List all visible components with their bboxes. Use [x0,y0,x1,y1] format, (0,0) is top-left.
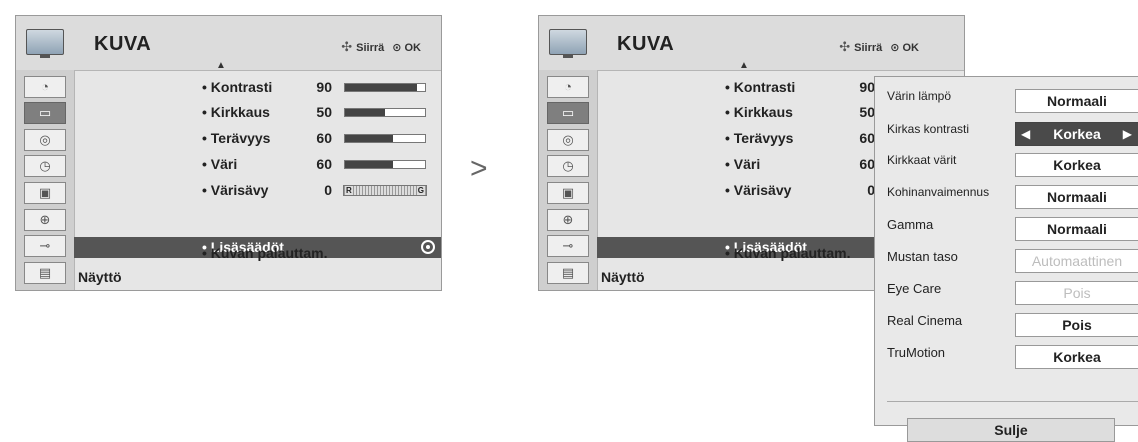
color-bar[interactable] [344,160,426,169]
ok-icon: ⊙ [392,42,402,54]
menu-item-brightness[interactable]: • Kirkkaus [202,104,270,120]
brightness-bar[interactable] [344,108,426,117]
real-cinema-value[interactable]: Pois [1015,313,1138,337]
usb-icon[interactable]: ▤ [24,262,66,284]
menu-item-picture-reset[interactable]: • Kuvan palauttam. [202,245,327,261]
option-icon[interactable]: ▣ [547,182,589,204]
gamma-value[interactable]: Normaali [1015,217,1138,241]
menu-footer: Näyttö [78,269,122,285]
trumotion-value[interactable]: Korkea [1015,345,1138,369]
move-cross-icon: ✣ [839,39,851,54]
tint-value: 0 [324,182,332,198]
input-icon[interactable]: ⊸ [24,235,66,257]
picture-menu-before: KUVA ✣ Siirrä ⊙ OK ◔ ▭ ◎ ◷ ▣ ⊕ ⊸ ▤ ▲ • Kont… [15,15,442,291]
tv-icon [549,29,587,58]
usb-icon[interactable]: ▤ [547,262,589,284]
sharpness-value: 60 [316,130,332,146]
tint-bar[interactable]: R G [343,185,427,196]
tint-value: 0 [867,182,875,198]
nav-move-label: Siirrä [356,42,385,54]
speaker-icon[interactable]: ◎ [547,129,589,151]
gamma-label: Gamma [887,217,934,232]
nav-hint: ✣ Siirrä ⊙ OK [839,39,919,55]
scroll-up-icon[interactable]: ▲ [216,60,226,71]
dynamic-contrast-label: Kirkas kontrasti [887,122,970,136]
move-cross-icon: ✣ [341,39,353,54]
scroll-up-icon[interactable]: ▲ [739,60,749,71]
eye-care-label: Eye Care [887,281,942,296]
color-value: 60 [859,156,875,172]
input-icon[interactable]: ⊸ [547,235,589,257]
contrast-bar[interactable] [344,83,426,92]
menu-item-color[interactable]: • Väri [725,156,760,172]
nav-hint: ✣ Siirrä ⊙ OK [341,39,421,55]
ok-icon: ⊙ [890,42,900,54]
contrast-value: 90 [316,79,332,95]
real-cinema-label: Real Cinema [887,313,963,328]
transition-arrow-icon: > [470,152,488,185]
menu-item-tint[interactable]: • Värisävy [202,182,268,198]
noise-reduction-label: Kohinanvaimennus [887,185,990,199]
contrast-value: 90 [859,79,875,95]
menu-footer: Näyttö [601,269,645,285]
dynamic-color-value[interactable]: Korkea [1015,153,1138,177]
satellite-icon[interactable]: ◔ [547,76,589,98]
menu-item-brightness[interactable]: • Kirkkaus [725,104,793,120]
menu-header: KUVA ✣ Siirrä ⊙ OK [539,16,964,71]
satellite-icon[interactable]: ◔ [24,76,66,98]
menu-item-contrast[interactable]: • Kontrasti [725,79,795,95]
menu-header: KUVA ✣ Siirrä ⊙ OK [16,16,441,71]
popup-divider [887,401,1138,402]
brightness-value: 50 [859,104,875,120]
lock-icon[interactable]: ⊕ [24,209,66,231]
category-strip: ◔ ▭ ◎ ◷ ▣ ⊕ ⊸ ▤ [539,70,598,290]
dynamic-contrast-value-text: Korkea [1053,126,1101,142]
speaker-icon[interactable]: ◎ [24,129,66,151]
menu-item-tint[interactable]: • Värisävy [725,182,791,198]
color-value: 60 [316,156,332,172]
menu-title: KUVA [617,33,675,55]
clock-icon[interactable]: ◷ [24,155,66,177]
color-temperature-label: Värin lämpö [887,89,952,103]
sharpness-bar[interactable] [344,134,426,143]
right-arrow-icon[interactable]: ▶ [1123,123,1132,145]
noise-reduction-value[interactable]: Normaali [1015,185,1138,209]
radio-selected-icon [421,240,435,254]
picture-icon[interactable]: ▭ [24,102,66,124]
menu-item-picture-reset[interactable]: • Kuvan palauttam. [725,245,850,261]
lock-icon[interactable]: ⊕ [547,209,589,231]
nav-ok-label: OK [404,42,422,54]
picture-icon[interactable]: ▭ [547,102,589,124]
left-arrow-icon[interactable]: ◀ [1021,123,1030,145]
tint-red-label: R [345,186,353,195]
category-strip: ◔ ▭ ◎ ◷ ▣ ⊕ ⊸ ▤ [16,70,75,290]
black-level-label: Mustan taso [887,249,958,264]
menu-item-sharpness[interactable]: • Terävyys [202,130,270,146]
close-button[interactable]: Sulje [907,418,1115,442]
option-icon[interactable]: ▣ [24,182,66,204]
menu-title: KUVA [94,33,152,55]
advanced-settings-popup: Värin lämpö Normaali Kirkas kontrasti ◀ … [874,76,1138,442]
clock-icon[interactable]: ◷ [547,155,589,177]
tv-icon [26,29,64,58]
tint-green-label: G [416,186,425,195]
menu-item-color[interactable]: • Väri [202,156,237,172]
menu-item-sharpness[interactable]: • Terävyys [725,130,793,146]
color-temperature-value[interactable]: Normaali [1015,89,1138,113]
sharpness-value: 60 [859,130,875,146]
nav-ok-label: OK [902,42,920,54]
dynamic-contrast-value[interactable]: ◀ Korkea ▶ [1015,122,1138,146]
black-level-value: Automaattinen [1015,249,1138,273]
nav-move-label: Siirrä [854,42,883,54]
brightness-value: 50 [316,104,332,120]
trumotion-label: TruMotion [887,345,946,360]
dynamic-color-label: Kirkkaat värit [887,153,957,167]
eye-care-value: Pois [1015,281,1138,305]
menu-item-contrast[interactable]: • Kontrasti [202,79,272,95]
